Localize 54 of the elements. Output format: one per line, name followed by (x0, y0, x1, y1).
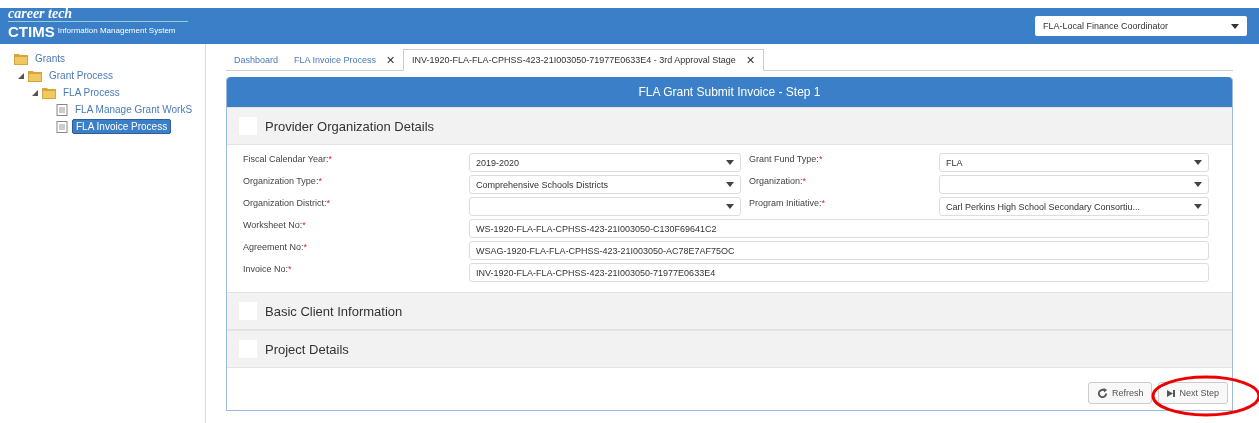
caret-icon (1194, 204, 1202, 209)
section-header[interactable]: Provider Organization Details (227, 107, 1232, 145)
tree-item[interactable]: Grant Process (46, 69, 116, 82)
tab[interactable]: Dashboard (226, 50, 287, 70)
field-label: Organization Type:* (243, 175, 323, 186)
select-field[interactable] (469, 197, 741, 216)
select-field[interactable]: Comprehensive Schools Districts (469, 175, 741, 194)
caret-icon (726, 182, 734, 187)
folder-icon (28, 69, 42, 82)
caret-icon (1231, 23, 1239, 29)
role-select[interactable]: FLA-Local Finance Coordinator (1035, 16, 1247, 36)
select-field[interactable] (939, 175, 1209, 194)
field-label: Grant Fund Type:* (749, 153, 824, 164)
field-label: Program Initiative:* (749, 197, 827, 208)
field-label: Organization District:* (243, 197, 332, 208)
refresh-button[interactable]: Refresh (1087, 382, 1153, 404)
tree-item[interactable]: FLA Manage Grant WorkS (72, 103, 196, 116)
field-label: Agreement No:* (243, 241, 309, 252)
tab[interactable]: INV-1920-FLA-FLA-CPHSS-423-21I003050-71977E0633E4 - 3rd Approval Stage ✕ (403, 49, 764, 71)
expand-arrow-icon[interactable] (18, 72, 24, 79)
section-header[interactable]: Project Details (227, 330, 1232, 368)
select-field[interactable]: 2019-2020 (469, 153, 741, 172)
caret-icon (1194, 182, 1202, 187)
tree-item[interactable]: FLA Process (60, 86, 123, 99)
document-icon (56, 103, 68, 116)
field-label: Worksheet No:* (243, 219, 307, 230)
document-icon (56, 120, 68, 133)
next-step-button[interactable]: Next Step (1158, 382, 1228, 404)
tree-item[interactable]: Grants (32, 52, 68, 65)
input-field[interactable]: INV-1920-FLA-FLA-CPHSS-423-21I003050-71977E0633E4 (469, 263, 1209, 282)
input-field[interactable]: WS-1920-FLA-FLA-CPHSS-423-21I003050-C130F69641C2 (469, 219, 1209, 238)
brand-logo-text: career tech (8, 7, 74, 21)
panel-title: FLA Grant Submit Invoice - Step 1 (227, 77, 1232, 107)
tab[interactable]: FLA Invoice Process ✕ (286, 50, 404, 70)
tree-item[interactable]: FLA Invoice Process (72, 119, 172, 134)
skip-forward-icon (1167, 389, 1176, 397)
refresh-icon (1096, 387, 1108, 399)
field-label: Fiscal Calendar Year:* (243, 153, 334, 164)
close-icon[interactable]: ✕ (386, 53, 396, 67)
field-label: Organization:* (749, 175, 808, 186)
expand-arrow-icon[interactable] (32, 89, 38, 96)
section-header[interactable]: Basic Client Information (227, 292, 1232, 330)
field-label: Invoice No:* (243, 263, 293, 274)
folder-icon (14, 52, 28, 65)
select-field[interactable]: Carl Perkins High School Secondary Consortiu... (939, 197, 1209, 216)
app-subtitle: Information Management System (57, 27, 177, 36)
close-icon[interactable]: ✕ (745, 53, 755, 67)
select-field[interactable]: FLA (939, 153, 1209, 172)
folder-icon (42, 86, 56, 99)
app-name: CTIMS (8, 24, 55, 39)
caret-icon (1194, 160, 1202, 165)
input-field[interactable]: WSAG-1920-FLA-FLA-CPHSS-423-21I003050-AC78E7AF75OC (469, 241, 1209, 260)
caret-icon (726, 160, 734, 165)
caret-icon (726, 204, 734, 209)
